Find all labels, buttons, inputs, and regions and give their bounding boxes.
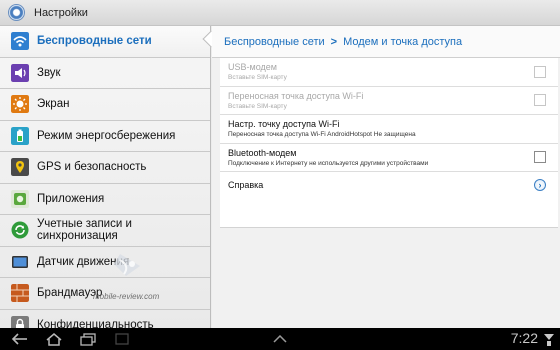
setting-row-bluetooth-tethering[interactable]: Bluetooth-модем Подключение к Интернету … [220, 144, 558, 172]
setting-subtitle: Переносная точка доступа Wi-Fi AndroidHo… [228, 131, 416, 139]
setting-title: USB-модем [228, 62, 277, 73]
tablet-icon [12, 255, 28, 268]
chevron-right-icon[interactable]: › [534, 179, 546, 191]
setting-row-hotspot-config[interactable]: Настр. точку доступа Wi-Fi Переносная то… [220, 115, 558, 144]
signal-battery-icon[interactable] [543, 332, 555, 346]
gps-icon [11, 158, 29, 177]
sync-icon [11, 221, 29, 239]
home-button[interactable] [44, 331, 64, 347]
screenshot-icon [115, 333, 129, 345]
setting-row-wifi-hotspot[interactable]: Переносная точка доступа Wi-Fi Вставьте … [220, 87, 558, 115]
recent-apps-icon [80, 332, 96, 346]
sidebar-item-display[interactable]: Экран [0, 89, 210, 121]
sidebar-item-label: Режим энергосбережения [37, 129, 176, 142]
wifi-hotspot-checkbox[interactable] [534, 94, 546, 107]
sidebar-item-power-saving[interactable]: Режим энергосбережения [0, 121, 210, 152]
title-bar: Настройки [0, 0, 560, 26]
recent-apps-button[interactable] [78, 331, 98, 347]
sidebar-item-sound[interactable]: Звук [0, 58, 210, 89]
wifi-icon [11, 32, 29, 51]
sidebar-item-label: GPS и безопасность [37, 161, 147, 174]
setting-row-usb-tethering[interactable]: USB-модем Вставьте SIM-карту [220, 58, 558, 87]
sidebar-item-label: Конфиденциальность [37, 318, 154, 328]
speaker-icon [11, 63, 29, 82]
chevron-up-icon [273, 335, 287, 343]
battery-icon [11, 126, 29, 145]
setting-title: Настр. точку доступа Wi-Fi [228, 119, 340, 130]
firewall-icon [11, 284, 29, 303]
app-title: Настройки [34, 6, 88, 19]
usb-tethering-checkbox[interactable] [534, 65, 546, 78]
sidebar-item-label: Звук [37, 66, 61, 79]
breadcrumb-parent[interactable]: Беспроводные сети [224, 36, 325, 48]
help-label: Справка [228, 180, 264, 190]
breadcrumb-current: Модем и точка доступа [343, 35, 463, 48]
setting-title: Bluetooth-модем [228, 147, 297, 158]
sidebar-item-accounts-sync[interactable]: Учетные записи и синхронизация [0, 215, 210, 247]
status-clock[interactable]: 7:22 [511, 330, 538, 346]
breadcrumb-separator: > [330, 35, 338, 48]
sidebar-item-label: Учетные записи и синхронизация [37, 218, 132, 243]
sidebar-item-wireless[interactable]: Беспроводные сети [0, 26, 210, 58]
tethering-panel: USB-модем Вставьте SIM-карту Переносная … [220, 58, 558, 228]
back-button[interactable] [10, 331, 30, 347]
sidebar-item-gps-security[interactable]: GPS и безопасность [0, 152, 210, 184]
settings-content: Беспроводные сети > Модем и точка доступ… [212, 26, 560, 328]
sidebar-item-label: Приложения [37, 192, 105, 205]
brightness-icon [11, 95, 29, 114]
setting-row-help[interactable]: Справка › [220, 172, 558, 198]
setting-title: Переносная точка доступа Wi-Fi [228, 90, 364, 101]
setting-subtitle: Вставьте SIM-карту [228, 102, 287, 110]
home-icon [46, 332, 62, 346]
setting-subtitle: Подключение к Интернету не используется … [228, 159, 429, 167]
sidebar-item-applications[interactable]: Приложения [0, 184, 210, 215]
watermark-text: mobile-review.com [93, 292, 160, 301]
apps-icon [11, 189, 29, 208]
sidebar-item-privacy[interactable]: Конфиденциальность [0, 310, 210, 328]
setting-subtitle: Вставьте SIM-карту [228, 74, 287, 82]
back-arrow-icon [11, 333, 27, 345]
sidebar-item-label: Экран [37, 98, 70, 111]
sidebar-item-label: Беспроводные сети [37, 35, 152, 48]
screenshot-button[interactable] [114, 331, 130, 347]
bluetooth-tethering-checkbox[interactable] [534, 151, 546, 164]
privacy-icon [11, 315, 29, 328]
settings-app-icon [8, 4, 25, 21]
breadcrumb: Беспроводные сети > Модем и точка доступ… [212, 26, 560, 58]
apps-tray-button[interactable] [272, 331, 288, 347]
system-navbar: 7:22 [0, 328, 560, 350]
